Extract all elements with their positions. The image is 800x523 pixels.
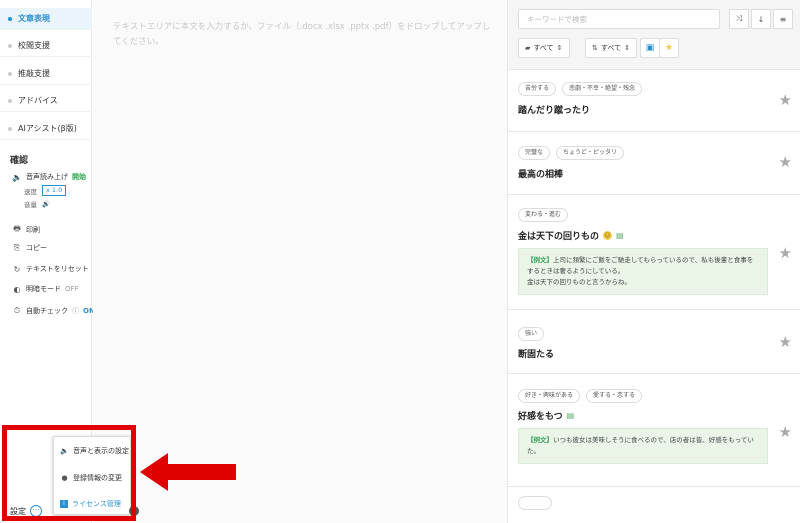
document-icon[interactable]: ▤	[567, 411, 575, 420]
dot-icon	[8, 126, 12, 131]
word-title: 金は天下の回りもの ☺ ▤	[518, 231, 624, 242]
dot-icon	[8, 98, 12, 103]
confirm-title: 確認	[10, 156, 29, 166]
sidebar-item-proofreading[interactable]: 校閲支援	[0, 35, 92, 57]
document-icon[interactable]: ▤	[616, 231, 624, 240]
sidebar-item-expression[interactable]: 文章表現	[0, 8, 92, 30]
chevron-updown-icon: ⇕	[556, 44, 563, 52]
tag[interactable]	[518, 496, 552, 510]
result-card	[508, 488, 800, 523]
editor-placeholder: テキストエリアに本文を入力するか、ファイル（.docx .xlsx .pptx …	[113, 22, 491, 47]
search-input[interactable]	[518, 9, 720, 29]
volume-icon[interactable]: 🔊	[42, 200, 50, 208]
light-mode-toggle[interactable]: ◐ 明暗モード OFF	[12, 284, 79, 294]
speed-selector[interactable]: x 1.0	[42, 185, 67, 196]
example-box: 【例文】上司に頻繁にご飯をご馳走してもらっているので、私も後輩と食事をするときは…	[518, 248, 768, 295]
speed-row: 速度 x 1.0	[24, 185, 67, 196]
star-icon[interactable]: ★	[779, 423, 792, 441]
contrast-icon: ◐	[13, 284, 21, 294]
tts-control: 🔈 音声読み上げ 開始	[12, 172, 86, 182]
smile-icon[interactable]: ☺	[603, 231, 613, 240]
folder-icon: ▰	[525, 44, 531, 52]
dot-icon	[8, 71, 12, 76]
star-icon[interactable]: ★	[779, 153, 792, 171]
category-filter[interactable]: ▰ すべて ⇕	[518, 38, 570, 58]
help-icon[interactable]: ⓘ	[72, 306, 79, 316]
volume-row: 音量 🔊	[24, 200, 51, 209]
reset-icon: ↻	[13, 264, 21, 274]
result-card: 好き・興味がある 愛する・恋する 好感をもつ ▤ ★ 【例文】いつも彼女は美味し…	[508, 375, 800, 487]
star-icon[interactable]: ★	[779, 244, 792, 262]
copy-icon: ⎘	[13, 243, 21, 252]
word-title: 断固たる	[518, 350, 555, 360]
result-card: 完璧な ちょうど・ピッタリ 最高の相棒 ★	[508, 133, 800, 195]
sort-filter[interactable]: ⇅ すべて ⇕	[585, 38, 637, 58]
text-editor[interactable]: テキストエリアに本文を入力するか、ファイル（.docx .xlsx .pptx …	[93, 0, 507, 523]
dot-icon	[8, 16, 12, 21]
printer-icon: 🖶	[13, 224, 21, 233]
result-card: 変わる・進む 金は天下の回りもの ☺ ▤ ★ 【例文】上司に頻繁にご飯をご馳走し…	[508, 196, 800, 310]
panel-toolbar: ⤨ ↓ ≡ ▰すべて⇕ ⇅すべて⇕ ▣ ★	[508, 0, 800, 70]
print-button[interactable]: 🖶 印刷	[12, 223, 40, 237]
result-card: 強い 断固たる ★	[508, 311, 800, 374]
star-filter-icon[interactable]: ★	[659, 38, 679, 58]
sidebar-item-advice[interactable]: アドバイス	[0, 90, 92, 112]
sidebar-item-refinement[interactable]: 推敲支援	[0, 63, 92, 85]
tag[interactable]: 愛する・恋する	[586, 389, 643, 403]
sort-down-icon[interactable]: ↓	[751, 9, 771, 29]
word-title: 最高の相棒	[518, 170, 564, 180]
tag[interactable]: 苦労する	[518, 82, 557, 96]
dot-icon	[8, 43, 12, 48]
sidebar-item-ai-assist[interactable]: AIアシスト(β版)	[0, 118, 92, 140]
tag[interactable]: 悲劇・不幸・絶望・残念	[562, 82, 643, 96]
tag[interactable]: 完璧な	[518, 146, 551, 160]
result-card: 苦労する 悲劇・不幸・絶望・残念 踏んだり蹴ったり ★	[508, 71, 800, 132]
word-title: 好感をもつ ▤	[518, 411, 575, 422]
timer-icon: ⏱	[13, 306, 21, 315]
sort-icon: ⇅	[592, 44, 598, 52]
speaker-icon: 🔈	[12, 172, 22, 182]
tag[interactable]: 強い	[518, 327, 545, 341]
result-panel: ⤨ ↓ ≡ ▰すべて⇕ ⇅すべて⇕ ▣ ★ 苦労する 悲劇・不幸・絶望・残念 踏…	[507, 0, 800, 523]
briefcase-icon[interactable]: ▣	[640, 38, 660, 58]
tag[interactable]: ちょうど・ピッタリ	[556, 146, 625, 160]
shuffle-icon[interactable]: ⤨	[729, 9, 749, 29]
tag[interactable]: 変わる・進む	[518, 208, 569, 222]
arrow-icon	[140, 453, 236, 491]
tts-start-button[interactable]: 開始	[72, 172, 86, 182]
example-box: 【例文】いつも彼女は美味しそうに食べるので、店の者は皆、好感をもっていた。	[518, 428, 768, 464]
highlight-box	[2, 425, 136, 521]
tag[interactable]: 好き・興味がある	[518, 389, 581, 403]
reset-text-button[interactable]: ↻ テキストをリセット	[12, 264, 89, 274]
star-icon[interactable]: ★	[779, 91, 792, 109]
star-icon[interactable]: ★	[779, 333, 792, 351]
word-title: 踏んだり蹴ったり	[518, 106, 591, 116]
sort-icon[interactable]: ≡	[773, 9, 793, 29]
chevron-updown-icon: ⇕	[624, 44, 630, 52]
auto-check-toggle[interactable]: ⏱ 自動チェック ⓘ ON	[12, 306, 95, 316]
copy-button[interactable]: ⎘ コピー	[12, 243, 47, 253]
